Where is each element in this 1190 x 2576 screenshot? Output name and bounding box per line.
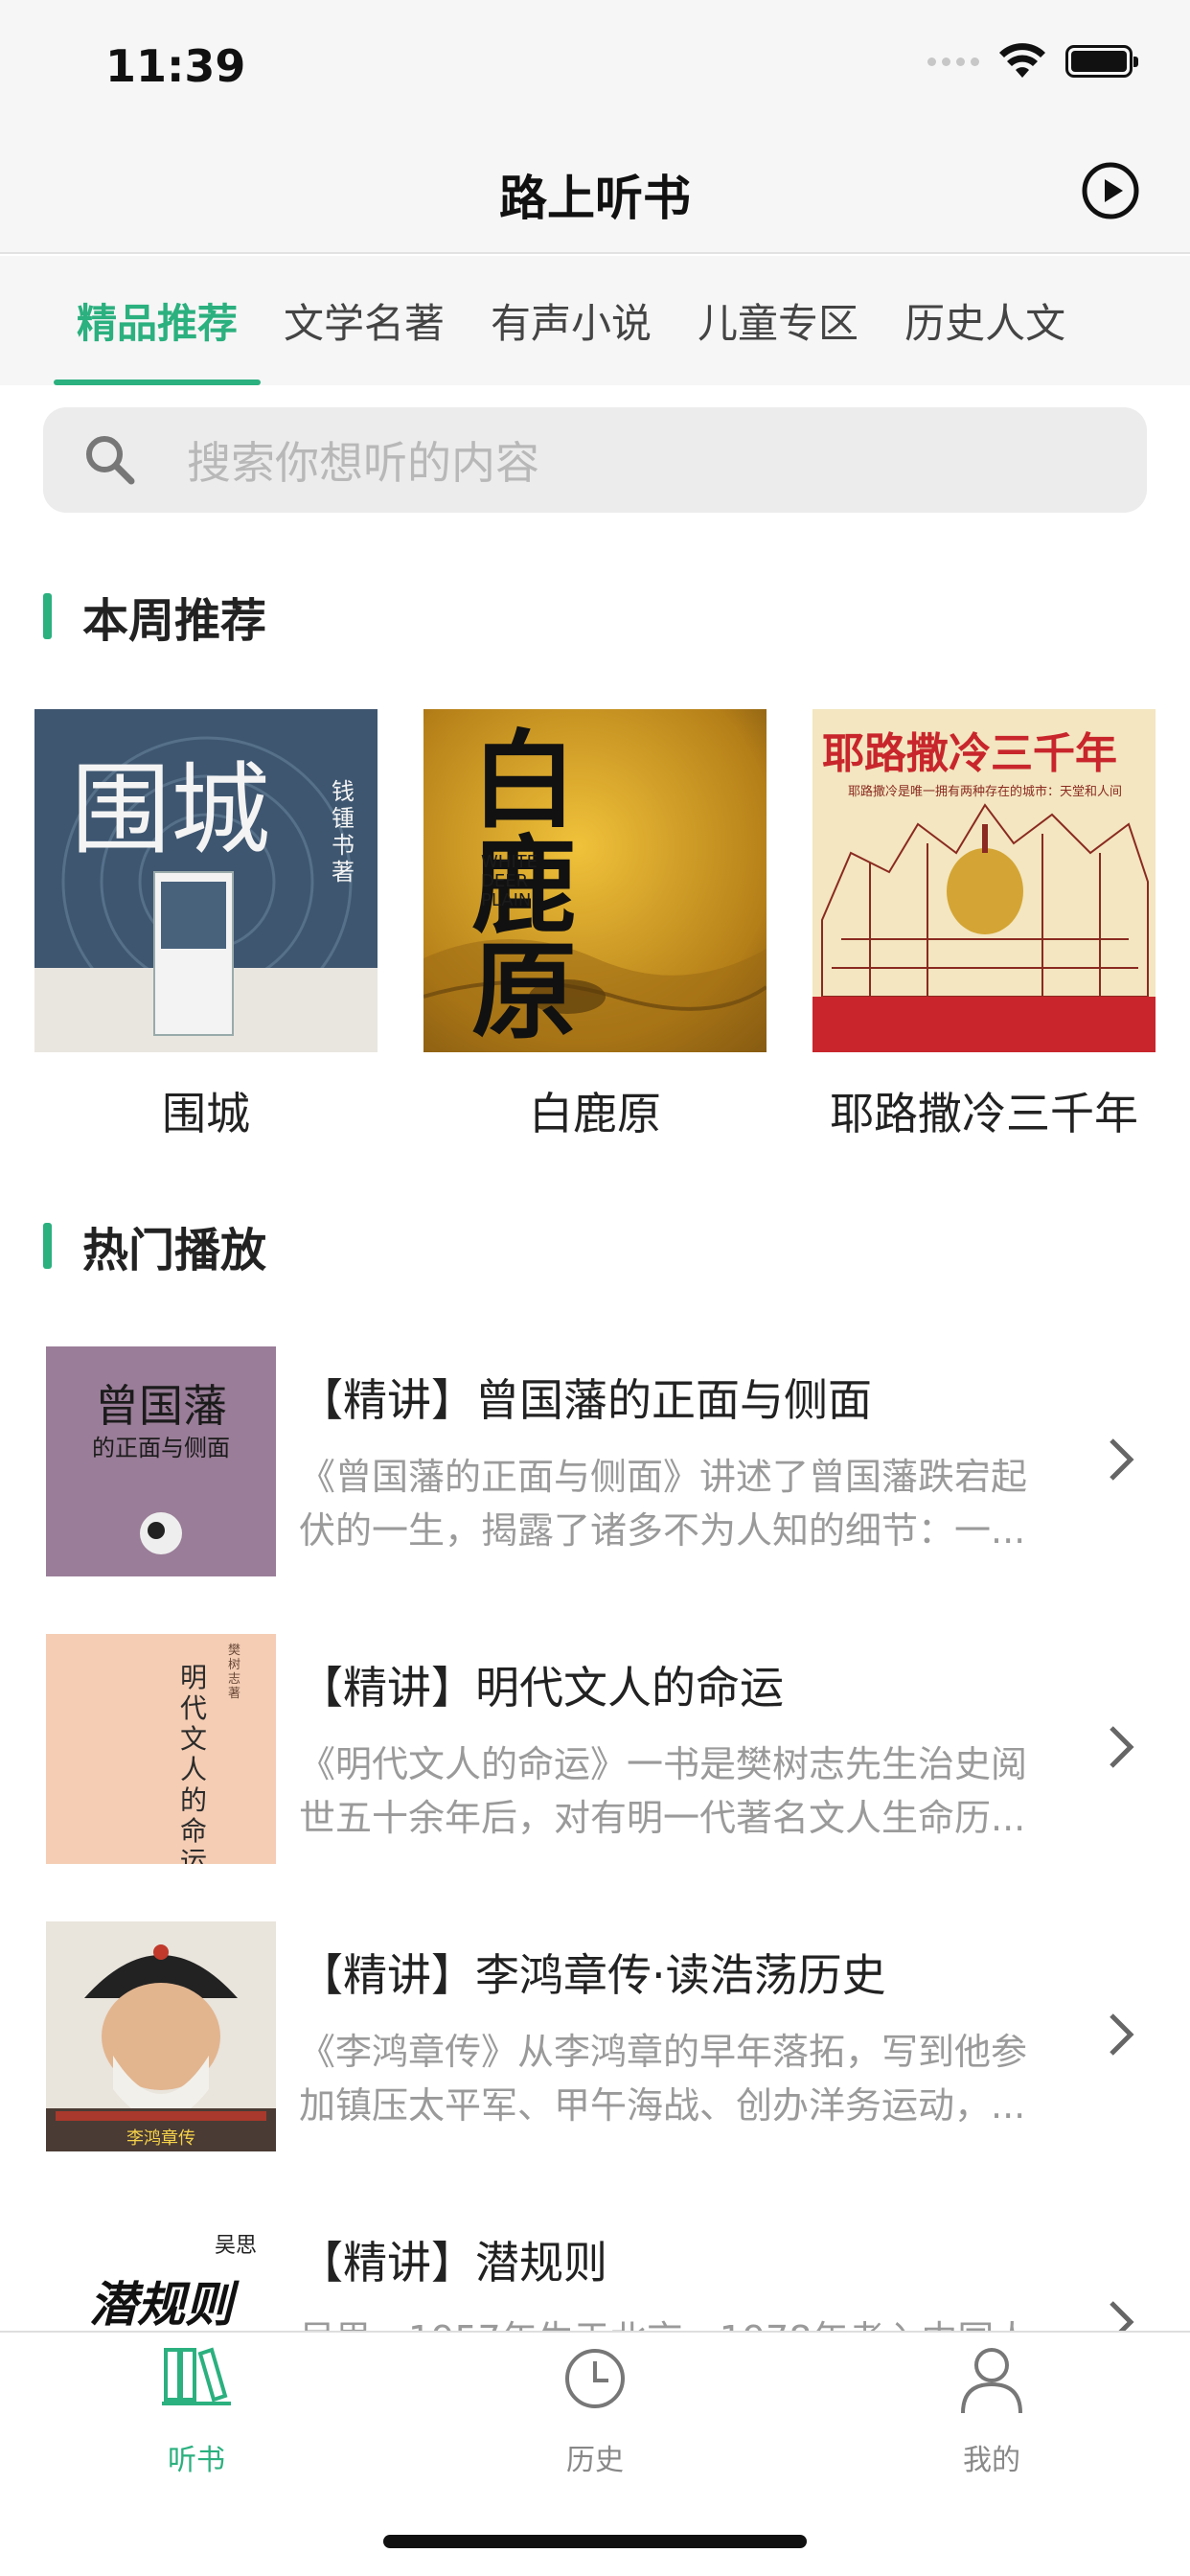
tab-featured[interactable]: 精品推荐	[53, 256, 262, 385]
cover-author: 吴思	[214, 2234, 257, 2258]
item-description: 《李鸿章传》从李鸿章的早年落拓，写到他参加镇压太平军、甲午海战、创办洋务运动，.…	[299, 2031, 1028, 2127]
hot-list: 曾国藩 的正面与侧面 【精讲】曾国藩的正面与侧面 《曾国藩的正面与侧面》讲述了曾…	[0, 1337, 1190, 2487]
category-tabs: 精品推荐 文学名著 有声小说 儿童专区 历史人文	[0, 256, 1190, 385]
item-title: 【精讲】明代文人的命运	[299, 1662, 784, 1714]
status-time: 11:39	[105, 40, 246, 92]
chevron-right-icon	[1110, 1726, 1134, 1768]
cover-subtitle: WHITE DEER PLAIN	[481, 852, 538, 910]
item-title: 【精讲】潜规则	[299, 2237, 607, 2288]
wifi-icon	[999, 43, 1045, 78]
signal-icon	[927, 57, 979, 66]
cover-title: 耶路撒冷三千年	[822, 729, 1117, 778]
tabbar-history[interactable]: 历史	[499, 2340, 691, 2478]
search-input[interactable]: 搜索你想听的内容	[43, 407, 1147, 513]
nav-bar: 路上听书	[0, 129, 1190, 254]
book-card[interactable]: 耶路撒冷三千年 耶路撒冷是唯一拥有两种存在的城市：天堂和人间 耶路撒冷三千年	[812, 709, 1156, 1142]
home-indicator	[383, 2535, 807, 2548]
chevron-right-icon	[1110, 2013, 1134, 2056]
person-icon	[961, 2348, 1022, 2414]
list-item[interactable]: 明代文人的命运 樊树志 著 【精讲】明代文人的命运 《明代文人的命运》一书是樊树…	[0, 1624, 1190, 1912]
book-name: 耶路撒冷三千年	[830, 1088, 1138, 1139]
book-cover: 白鹿原 WHITE DEER PLAIN	[423, 709, 767, 1052]
cover-title: 潜规则	[89, 2276, 233, 2333]
list-item[interactable]: 李鸿章传 【精讲】李鸿章传·读浩荡历史 《李鸿章传》从李鸿章的早年落拓，写到他参…	[0, 1912, 1190, 2199]
tabbar-mine[interactable]: 我的	[896, 2340, 1087, 2478]
item-description: 《曾国藩的正面与侧面》讲述了曾国藩跌宕起伏的一生，揭露了诸多不为人知的细节：一.…	[299, 1456, 1028, 1552]
book-cover: 围城 钱锺书 著	[34, 709, 378, 1052]
item-cover: 明代文人的命运 樊树志 著	[46, 1634, 276, 1864]
book-name: 围城	[162, 1088, 250, 1139]
cover-title: 明代文人的命运	[180, 1662, 208, 1865]
books-icon	[162, 2347, 231, 2405]
book-cover: 耶路撒冷三千年 耶路撒冷是唯一拥有两种存在的城市：天堂和人间	[812, 709, 1156, 1052]
book-name: 白鹿原	[529, 1088, 661, 1139]
status-bar: 11:39	[0, 0, 1190, 129]
status-icons	[927, 43, 1138, 80]
section-accent-bar	[43, 593, 52, 639]
search-placeholder: 搜索你想听的内容	[187, 437, 539, 489]
tab-audio-novel[interactable]: 有声小说	[491, 256, 652, 385]
weekly-books: 围城 钱锺书 著 围城 白鹿原 WHITE DEER PLAIN 白鹿原 耶路撒…	[34, 709, 1156, 1142]
cover-subtitle: 耶路撒冷是唯一拥有两种存在的城市：天堂和人间	[847, 785, 1122, 799]
list-item[interactable]: 曾国藩 的正面与侧面 【精讲】曾国藩的正面与侧面 《曾国藩的正面与侧面》讲述了曾…	[0, 1337, 1190, 1624]
cover-title: 李鸿章传	[126, 2128, 195, 2149]
section-weekly: 本周推荐	[43, 583, 266, 650]
tab-literature[interactable]: 文学名著	[284, 256, 445, 385]
section-hot: 热门播放	[43, 1212, 266, 1279]
search-icon	[86, 436, 135, 485]
tabbar-label: 听书	[168, 2444, 225, 2477]
page-title: 路上听书	[499, 171, 691, 226]
cover-subtitle: 的正面与侧面	[92, 1435, 230, 1461]
tab-history[interactable]: 历史人文	[904, 256, 1065, 385]
tabbar-label: 历史	[566, 2444, 624, 2477]
book-card[interactable]: 围城 钱锺书 著 围城	[34, 709, 378, 1142]
tabbar-listen[interactable]: 听书	[101, 2340, 292, 2478]
cover-author: 樊树志 著	[228, 1644, 241, 1701]
section-accent-bar	[43, 1223, 52, 1269]
chevron-right-icon	[1110, 1438, 1134, 1481]
play-circle-icon[interactable]	[1081, 161, 1140, 220]
section-title: 本周推荐	[82, 594, 267, 648]
cover-title: 围城	[71, 751, 271, 868]
item-cover: 曾国藩 的正面与侧面	[46, 1346, 276, 1576]
item-description: 《明代文人的命运》一书是樊树志先生治史阅世五十余年后，对有明一代著名文人生命历.…	[299, 1743, 1028, 1839]
tab-children[interactable]: 儿童专区	[698, 256, 858, 385]
item-title: 【精讲】曾国藩的正面与侧面	[299, 1374, 872, 1426]
cover-title: 曾国藩	[95, 1380, 227, 1432]
clock-icon	[565, 2349, 625, 2408]
cover-author: 钱锺书 著	[332, 778, 355, 886]
item-cover: 李鸿章传	[46, 1921, 276, 2151]
tabbar-label: 我的	[963, 2444, 1020, 2477]
battery-icon	[1065, 45, 1138, 78]
book-card[interactable]: 白鹿原 WHITE DEER PLAIN 白鹿原	[423, 709, 767, 1142]
section-title: 热门播放	[82, 1224, 267, 1277]
item-title: 【精讲】李鸿章传·读浩荡历史	[299, 1949, 886, 2001]
